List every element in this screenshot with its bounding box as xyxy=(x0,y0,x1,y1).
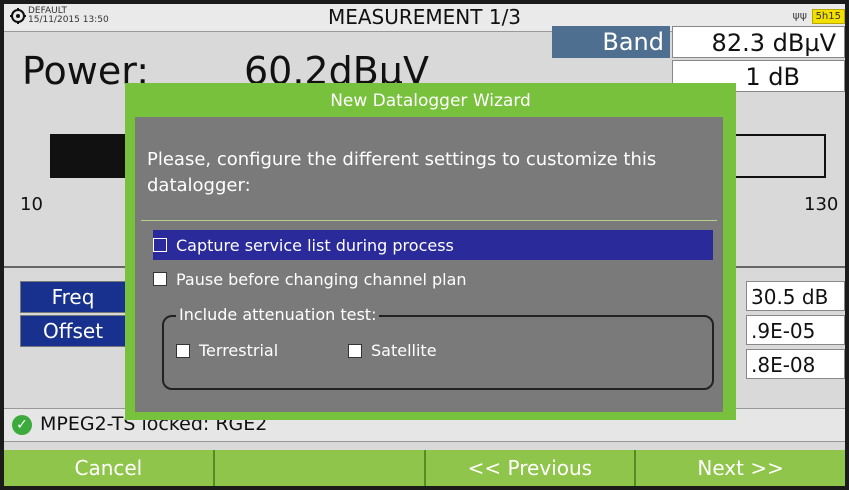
checkbox[interactable] xyxy=(153,272,167,286)
freq-label[interactable]: Freq xyxy=(20,281,126,313)
offset-label[interactable]: Offset xyxy=(20,315,126,347)
dialog-message: Please, configure the different settings… xyxy=(147,149,657,196)
battery-badge: 5h15 xyxy=(811,9,845,24)
scale-max: 130 xyxy=(804,194,839,215)
option-label: Terrestrial xyxy=(199,341,279,360)
softkey-bar: Cancel << Previous Next >> xyxy=(4,450,845,486)
attenuation-test-group: Include attenuation test: Terrestrial Sa… xyxy=(162,305,714,390)
right-value-3: .8E-08 xyxy=(746,349,845,379)
checkbox[interactable] xyxy=(348,343,362,358)
next-button[interactable]: Next >> xyxy=(636,450,845,486)
group-legend: Include attenuation test: xyxy=(176,305,380,324)
right-value-2: .9E-05 xyxy=(746,315,845,345)
dialog-title: New Datalogger Wizard xyxy=(330,91,531,111)
right-value-1: 30.5 dB xyxy=(746,281,845,311)
band-value: 82.3 dBµV xyxy=(672,26,845,58)
option-capture-service-list[interactable]: Capture service list during process xyxy=(153,230,713,260)
check-icon: ✓ xyxy=(12,415,32,435)
option-label: Capture service list during process xyxy=(176,235,454,255)
option-label: Satellite xyxy=(371,341,437,360)
option-terrestrial[interactable]: Terrestrial xyxy=(176,341,278,360)
option-label: Pause before changing channel plan xyxy=(176,269,467,289)
option-satellite[interactable]: Satellite xyxy=(348,341,437,360)
previous-button[interactable]: << Previous xyxy=(425,450,637,486)
scale-min: 10 xyxy=(20,194,43,215)
empty-softkey[interactable] xyxy=(214,450,426,486)
band-label[interactable]: Band xyxy=(552,26,670,58)
device-screen: DEFAULT 15/11/2015 13:50 MEASUREMENT 1/3… xyxy=(4,4,845,486)
divider xyxy=(141,220,717,221)
antenna-icon: ψψ xyxy=(792,9,807,22)
datalogger-wizard-dialog: New Datalogger Wizard Please, configure … xyxy=(125,83,736,420)
dialog-body: Please, configure the different settings… xyxy=(135,117,723,412)
checkbox[interactable] xyxy=(153,238,167,252)
checkbox[interactable] xyxy=(176,343,190,358)
cancel-button[interactable]: Cancel xyxy=(4,450,215,486)
option-pause-before-change[interactable]: Pause before changing channel plan xyxy=(153,264,713,294)
